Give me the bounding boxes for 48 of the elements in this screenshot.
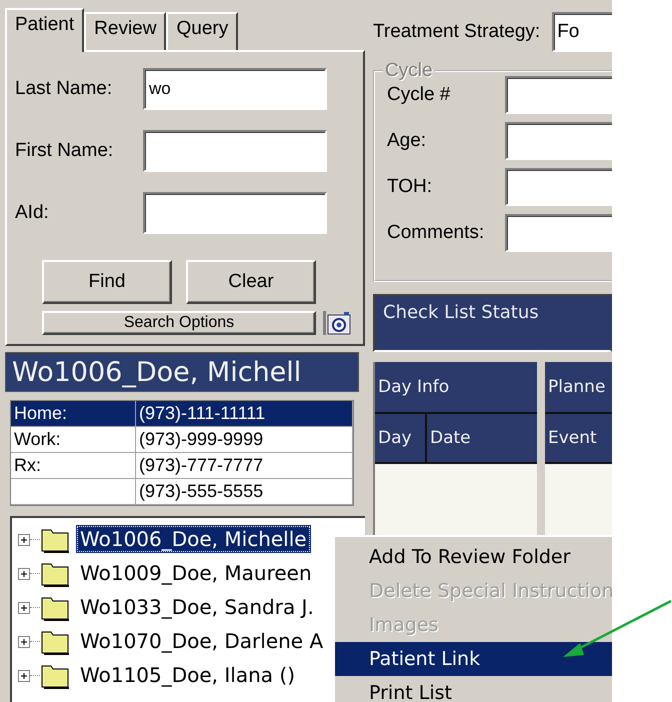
search-options-button[interactable]: Search Options bbox=[42, 311, 316, 335]
expand-icon[interactable] bbox=[18, 669, 30, 681]
patient-tree-item[interactable]: Wo1009_Doe, Maureen bbox=[76, 559, 316, 587]
check-list-status-panel: Check List Status bbox=[373, 294, 612, 352]
cycle-legend: Cycle bbox=[383, 60, 435, 82]
menu-item[interactable]: Add To Review Folder bbox=[335, 540, 612, 574]
menu-item[interactable]: Print List bbox=[335, 676, 612, 702]
patient-tree-item[interactable]: Wo1070_Doe, Darlene A bbox=[76, 627, 328, 655]
expand-icon[interactable] bbox=[18, 533, 30, 545]
phone-number-cell[interactable]: (973)-111-11111 bbox=[136, 401, 353, 427]
action-button[interactable]: Clear bbox=[186, 260, 316, 304]
input-field[interactable] bbox=[143, 192, 327, 234]
phone-type-cell[interactable]: Work: bbox=[11, 427, 136, 453]
action-button[interactable]: Find bbox=[42, 260, 172, 304]
patient-name-header: Wo1006_Doe, Michell bbox=[5, 352, 359, 392]
column-header[interactable]: Event bbox=[545, 414, 612, 464]
phone-number-cell[interactable]: (973)-777-7777 bbox=[136, 453, 353, 479]
column-group-header: Planne bbox=[545, 362, 612, 414]
field-label: First Name: bbox=[15, 140, 114, 162]
column-group-header: Day Info bbox=[375, 362, 537, 414]
expand-icon[interactable] bbox=[18, 567, 30, 579]
field-label: AId: bbox=[15, 202, 50, 224]
input-field[interactable]: wo bbox=[143, 68, 327, 110]
treatment-strategy-field[interactable]: Fo bbox=[552, 12, 612, 52]
tab[interactable]: Query bbox=[166, 12, 238, 50]
field-label: Last Name: bbox=[15, 78, 114, 100]
field-label: Cycle # bbox=[387, 84, 452, 106]
expand-icon[interactable] bbox=[18, 635, 30, 647]
field-label: TOH: bbox=[387, 176, 434, 198]
field-label: Age: bbox=[387, 130, 428, 152]
phone-type-cell[interactable]: Rx: bbox=[11, 453, 136, 479]
phone-type-cell[interactable] bbox=[11, 479, 136, 505]
tab[interactable]: Review bbox=[84, 12, 166, 50]
phone-type-cell[interactable]: Home: bbox=[11, 401, 136, 427]
input-field[interactable] bbox=[143, 130, 327, 172]
patient-tree-item[interactable]: Wo1033_Doe, Sandra J. bbox=[76, 593, 318, 621]
treatment-strategy-label: Treatment Strategy: bbox=[373, 21, 540, 43]
patient-tree-item[interactable]: Wo1105_Doe, Ilana () bbox=[76, 661, 299, 689]
column-header[interactable]: Day bbox=[375, 414, 425, 464]
camera-icon[interactable] bbox=[322, 310, 352, 336]
column-header[interactable]: Date bbox=[425, 414, 537, 464]
phone-number-cell[interactable]: (973)-999-9999 bbox=[136, 427, 353, 453]
tab[interactable]: Patient bbox=[5, 8, 84, 52]
phone-number-cell[interactable]: (973)-555-5555 bbox=[136, 479, 353, 505]
field-label: Comments: bbox=[387, 222, 486, 244]
menu-item[interactable]: Patient Link bbox=[335, 642, 612, 676]
patient-tree-item[interactable]: Wo1006_Doe, Michelle bbox=[76, 525, 311, 553]
expand-icon[interactable] bbox=[18, 601, 30, 613]
